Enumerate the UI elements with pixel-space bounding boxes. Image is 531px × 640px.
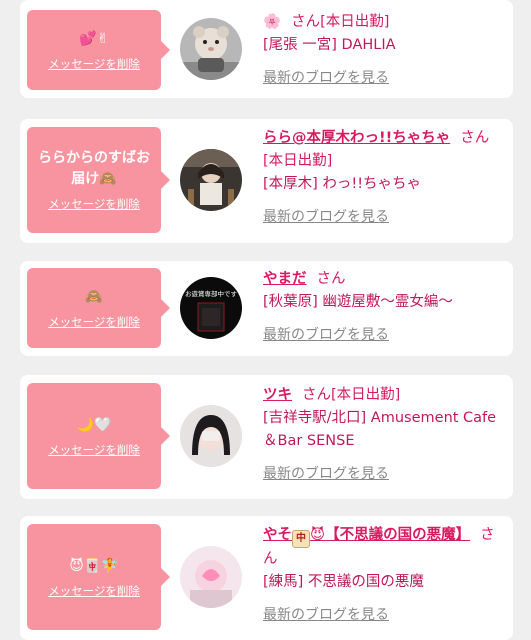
cast-name-link[interactable]: やまだ [263,271,307,287]
message-bubble: 💕✌ メッセージを削除 [27,10,170,90]
message-bubble: 🌙🤍 メッセージを削除 [27,383,170,489]
honorific: さん [460,130,490,146]
status-text: [本日出勤] [263,153,333,169]
avatar[interactable] [180,149,242,211]
cast-name-line: やまだ さん [263,268,509,291]
shop-text: [練馬] 不思議の国の悪魔 [263,574,424,590]
cast-name-text: 【不思議の国の悪魔】 [325,527,471,543]
cast-name-line: 🌸 さん[本日出勤] [263,11,509,34]
cast-name-line: らら@本厚木わっ!!ちゃちゃ さん [本日出勤] [263,127,509,173]
shop-text: [本厚木] わっ!!ちゃちゃ [263,176,422,192]
avatar[interactable] [180,546,242,608]
latest-blog-link[interactable]: 最新のブログを見る [263,67,389,87]
honorific: さん [302,387,331,403]
delete-message-link[interactable]: メッセージを削除 [48,56,140,72]
cast-name-link[interactable]: ツキ [263,387,292,403]
cast-info: やそ中 😈【不思議の国の悪魔】 さん [練馬] 不思議の国の悪魔 最新のブログを見る [263,524,509,624]
latest-blog-link[interactable]: 最新のブログを見る [263,604,389,624]
message-text: 🙈 [85,288,103,305]
message-card: 😈🀄🧚 メッセージを削除 やそ中 😈【不思議の国の悪魔】 さん [練馬] 不思議の国… [20,516,513,640]
avatar-caption: お遊賞専部中です [185,289,238,298]
delete-message-link[interactable]: メッセージを削除 [48,196,140,212]
avatar[interactable] [180,405,242,467]
cast-name-link[interactable]: やそ中 😈【不思議の国の悪魔】 [263,527,471,548]
message-card: 💕✌ メッセージを削除 🌸 さん[本日出勤] [尾張 一宮] DAHLIA 最新の… [20,0,513,98]
message-card: 🙈 メッセージを削除 お遊賞専部中です やまだ さん [秋葉原] 幽遊屋敷〜霊女編… [20,261,513,356]
message-text: ららからのすばお届け🙈 [38,150,150,187]
cast-info: やまだ さん [秋葉原] 幽遊屋敷〜霊女編〜 最新のブログを見る [263,268,509,344]
message-bubble: ららからのすばお届け🙈 メッセージを削除 [27,127,170,233]
honorific: さん [291,14,321,30]
message-card: ららからのすばお届け🙈 メッセージを削除 らら@本厚木わっ!!ちゃちゃ さん [本日… [20,119,513,243]
shop-text: [尾張 一宮] DAHLIA [263,37,396,53]
latest-blog-link[interactable]: 最新のブログを見る [263,324,389,344]
avatar[interactable]: お遊賞専部中です [180,277,242,339]
cast-name-link[interactable]: 🌸 [263,14,281,30]
avatar[interactable] [180,18,242,80]
cast-info: ツキ さん[本日出勤] [吉祥寺駅/北口] Amusement Cafe ＆Bar… [263,384,509,483]
devil-icon: 😈 [310,527,326,543]
message-card: 🌙🤍 メッセージを削除 ツキ さん[本日出勤] [吉祥寺駅/北口] Amuseme… [20,375,513,499]
cast-info: 🌸 さん[本日出勤] [尾張 一宮] DAHLIA 最新のブログを見る [263,11,509,87]
message-text: 🌙🤍 [76,416,112,433]
cast-name-line: ツキ さん[本日出勤] [263,384,509,407]
latest-blog-link[interactable]: 最新のブログを見る [263,463,389,483]
cast-name-link[interactable]: らら@本厚木わっ!!ちゃちゃ [263,130,450,146]
latest-blog-link[interactable]: 最新のブログを見る [263,206,389,226]
status-text: [本日出勤] [331,387,401,403]
delete-message-link[interactable]: メッセージを削除 [48,583,140,599]
cast-info: らら@本厚木わっ!!ちゃちゃ さん [本日出勤] [本厚木] わっ!!ちゃちゃ 最新… [263,127,509,226]
shop-text: [吉祥寺駅/北口] Amusement Cafe ＆Bar SENSE [263,410,497,449]
honorific: さん [316,271,346,287]
delete-message-link[interactable]: メッセージを削除 [48,314,140,330]
cast-name-line: やそ中 😈【不思議の国の悪魔】 さん [263,524,509,571]
status-text: [本日出勤] [320,14,390,30]
message-bubble: 🙈 メッセージを削除 [27,268,170,348]
cast-name-prefix: やそ [263,527,292,543]
delete-message-link[interactable]: メッセージを削除 [48,442,140,458]
message-bubble: 😈🀄🧚 メッセージを削除 [27,524,170,630]
message-text: 💕✌ [79,30,109,47]
message-text: 😈🀄🧚 [69,557,119,574]
mahjong-tile-icon: 中 [292,530,310,548]
shop-text: [秋葉原] 幽遊屋敷〜霊女編〜 [263,294,453,310]
